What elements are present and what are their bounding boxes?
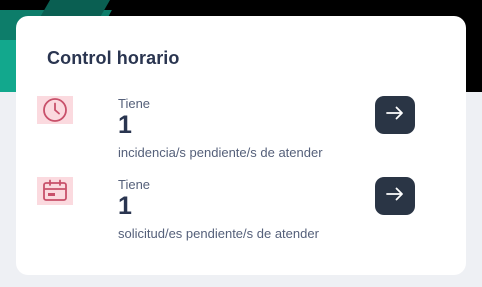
card-title: Control horario [47, 48, 180, 68]
arrow-right-icon [386, 187, 404, 206]
pending-requests-count: 1 [118, 192, 132, 220]
pending-incidents-row: Tiene 1 incidencia/s pendiente/s de aten… [16, 94, 466, 164]
go-to-incidents-button[interactable] [375, 96, 415, 134]
clock-icon [37, 96, 73, 124]
pending-incidents-count: 1 [118, 111, 132, 139]
item-label: Tiene [118, 96, 151, 111]
item-description: solicitud/es pendiente/s de atender [118, 226, 319, 241]
calendar-icon [37, 177, 73, 205]
go-to-requests-button[interactable] [375, 177, 415, 215]
item-description: incidencia/s pendiente/s de atender [118, 145, 323, 160]
control-horario-card: Control horario Tiene 1 incidencia/s pen… [16, 16, 466, 275]
arrow-right-icon [386, 106, 404, 125]
pending-requests-row: Tiene 1 solicitud/es pendiente/s de aten… [16, 175, 466, 245]
item-label: Tiene [118, 177, 151, 192]
